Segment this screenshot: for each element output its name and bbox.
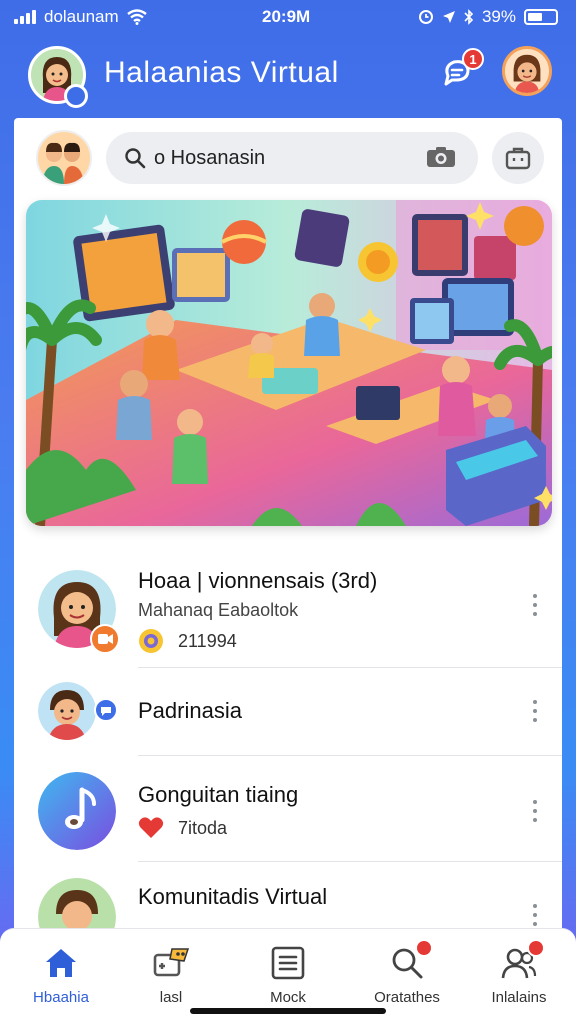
boy-avatar-image (38, 682, 96, 740)
app-title: Halaanias Virtual (104, 56, 339, 89)
battery-icon (524, 9, 558, 25)
nav-badge (527, 939, 545, 957)
wifi-icon (126, 9, 147, 25)
list-item-avatar (38, 772, 116, 850)
group-avatar-image (38, 132, 90, 184)
profile-avatar-image (505, 49, 549, 93)
list-item-avatar (38, 682, 96, 740)
hero-image[interactable] (26, 200, 552, 526)
message-badge-icon (94, 698, 118, 722)
group-avatar[interactable] (36, 130, 92, 186)
signal-icon (14, 10, 36, 24)
more-options-icon[interactable] (532, 904, 538, 926)
nav-label-people: Inlalains (491, 989, 547, 1006)
nav-label-search: Oratathes (374, 989, 440, 1006)
list-item-count: 211994 (178, 630, 237, 651)
games-icon (151, 943, 191, 983)
list-icon (268, 943, 308, 983)
search-icon (125, 148, 146, 169)
nav-home[interactable]: Hbaahia (6, 943, 116, 1013)
search-bar[interactable]: o Hosanasin (106, 132, 478, 184)
list-item[interactable]: Gonguitan tiaing 7itoda (14, 756, 562, 862)
community-avatar-image (38, 878, 116, 928)
profile-avatar[interactable] (502, 46, 552, 96)
list-item[interactable]: Hoaa | vionnensais (3rd) Mahanaq Eabaolt… (14, 548, 562, 668)
main-content: o Hosanasin Hoaa | vionnensais (3rd) Mah… (14, 118, 562, 1024)
list-item-title: Gonguitan tiaing (138, 782, 299, 807)
messages-button[interactable]: 1 (436, 48, 484, 94)
nav-games[interactable]: lasl (116, 943, 226, 1013)
search-icon (387, 939, 433, 983)
list-item-subtitle: Mahanaq Eabaoltok (138, 600, 299, 620)
carrier-name: dolaunam (44, 7, 119, 26)
list-item-title: Hoaa | vionnensais (3rd) (138, 568, 378, 593)
nav-badge (415, 939, 433, 957)
list-item-meta: 211994 (138, 628, 237, 654)
more-options-icon[interactable] (532, 700, 538, 722)
live-badge-icon (90, 624, 120, 654)
list-item[interactable]: Padrinasia (14, 668, 562, 756)
nav-feed[interactable]: Mock (233, 943, 343, 1013)
battery-percent: 39% (481, 7, 516, 26)
virtual-community-illustration (26, 200, 552, 526)
home-icon (41, 943, 81, 983)
online-status-badge (64, 84, 88, 108)
status-time: 20:9M (262, 7, 311, 26)
app-header: Halaanias Virtual 1 (0, 40, 576, 114)
people-icon (499, 939, 545, 983)
location-icon (442, 11, 455, 23)
nav-people[interactable]: Inlalains (464, 939, 574, 1013)
coin-icon (139, 629, 163, 653)
home-indicator[interactable] (190, 1008, 386, 1014)
nav-label-home: Hbaahia (33, 989, 89, 1006)
heart-icon (138, 817, 164, 838)
list-item-title: Komunitadis Virtual (138, 884, 328, 909)
status-left: dolaunam (14, 7, 147, 27)
bluetooth-icon (464, 9, 474, 25)
status-bar: dolaunam 20:9M 39% (0, 0, 576, 34)
list-item-avatar (38, 878, 116, 928)
list-item[interactable]: Komunitadis Virtual (14, 862, 562, 928)
nav-label-feed: Mock (270, 989, 306, 1006)
status-right: 39% (418, 7, 558, 27)
bag-icon (505, 147, 531, 170)
camera-icon[interactable] (426, 146, 456, 168)
nav-label-games: lasl (159, 989, 183, 1006)
list-item-count: 7itoda (178, 817, 228, 838)
more-options-icon[interactable] (532, 800, 538, 822)
alarm-icon (418, 10, 433, 24)
search-input[interactable]: o Hosanasin (154, 147, 265, 170)
more-options-icon[interactable] (532, 594, 538, 616)
nav-search[interactable]: Oratathes (352, 939, 462, 1013)
music-icon (38, 772, 116, 850)
list-item-title: Padrinasia (138, 698, 242, 723)
notification-badge: 1 (462, 48, 484, 70)
list-item-meta: 7itoda (138, 816, 227, 840)
shop-button[interactable] (492, 132, 544, 184)
